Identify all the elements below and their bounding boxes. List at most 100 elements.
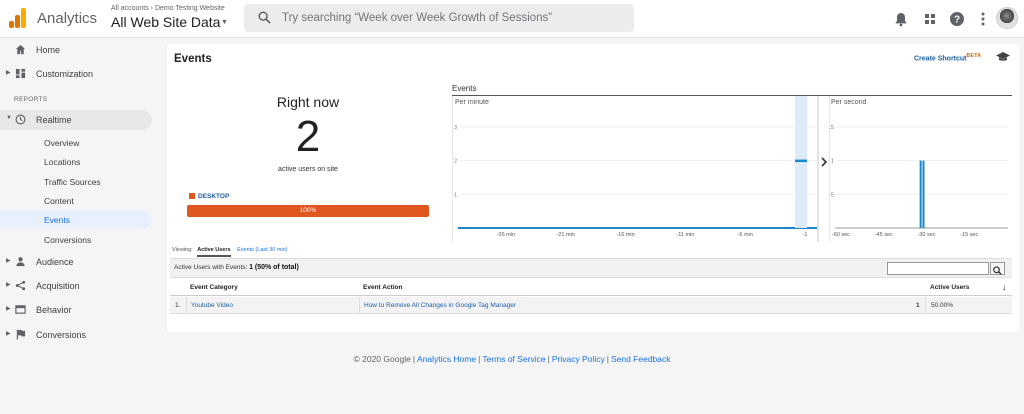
help-icon[interactable]: ? [949, 11, 965, 27]
sidebar-item-audience[interactable]: ▶ Audience [0, 252, 152, 272]
y-tick-label: 1 [831, 159, 834, 165]
y-tick-label: 1.5 [829, 125, 834, 131]
chevron-right-icon: ▶ [6, 258, 11, 264]
behavior-icon [15, 305, 26, 314]
y-tick-label: 2 [454, 159, 457, 165]
sidebar-item-conversions-realtime[interactable]: Conversions [0, 230, 152, 249]
row-count: 1 [916, 302, 920, 309]
page-title: Events [174, 53, 212, 65]
more-vert-icon[interactable] [975, 11, 991, 27]
footer: © 2020 Google | Analytics Home | Terms of Se… [353, 354, 671, 364]
caret-down-icon[interactable]: ▼ [221, 19, 228, 26]
per-second-chart[interactable]: 0.5 1 1.5 -60 sec -45 sec -30 sec -15 sec [829, 96, 1012, 242]
x-tick-label: -30 sec [917, 232, 935, 238]
account-breadcrumb[interactable]: All accounts › Demo Testing Website [111, 5, 225, 12]
active-users-label: active users on site [278, 166, 338, 173]
brand-name[interactable]: Analytics [37, 10, 97, 27]
sidebar-item-home[interactable]: Home [0, 40, 152, 60]
y-tick-label: 1 [454, 192, 457, 198]
dashboard-icon [15, 68, 26, 79]
sidebar-item-customization[interactable]: ▶ Customization [0, 64, 152, 84]
chevron-right-icon: ▶ [6, 306, 11, 312]
chevron-right-icon: ▶ [6, 282, 11, 288]
tab-active-users[interactable]: Active Users [197, 247, 231, 257]
cell-divider [359, 297, 360, 314]
bar [795, 159, 808, 163]
column-header-active-users[interactable]: Active Users [930, 284, 969, 291]
x-tick-label: -6 min [738, 232, 753, 238]
footer-link-send-feedback[interactable]: Send Feedback [611, 354, 671, 364]
filter-search-button[interactable] [990, 262, 1005, 275]
cell-divider [186, 297, 187, 314]
sidebar-item-realtime[interactable]: ▼ Realtime [0, 110, 152, 130]
active-users-count: 2 [295, 112, 321, 161]
bell-icon[interactable] [893, 11, 909, 27]
summary-text: Active Users with Events: 1 (50% of tota… [174, 264, 299, 271]
chevron-right-icon[interactable] [819, 154, 829, 170]
chevron-right-icon: ▶ [6, 70, 11, 76]
search-input[interactable]: Try searching “Week over Week Growth of … [282, 12, 552, 24]
device-share-percent: 100% [299, 207, 317, 214]
search-box[interactable]: Try searching “Week over Week Growth of … [244, 4, 634, 32]
footer-link-terms[interactable]: Terms of Service [482, 354, 545, 364]
column-header-event-action[interactable]: Event Action [363, 284, 403, 291]
per-minute-chart[interactable]: 1 2 3 -26 min -21 min -16 min -11 min -6 min -1 [452, 96, 819, 242]
flag-icon [16, 329, 26, 340]
analytics-logo-icon[interactable] [9, 8, 27, 28]
clock-icon [15, 114, 26, 125]
sidebar-item-content[interactable]: Content [0, 191, 152, 210]
summary-percent: (50% of total) [254, 264, 299, 271]
x-tick-label: -26 min [497, 232, 515, 238]
x-tick-label: -1 [803, 232, 808, 238]
tab-events-last-30-min[interactable]: Events (Last 30 min) [237, 247, 287, 253]
sidebar-item-acquisition[interactable]: ▶ Acquisition [0, 276, 152, 296]
x-tick-label: -16 min [616, 232, 634, 238]
sidebar-item-traffic-sources[interactable]: Traffic Sources [0, 172, 152, 191]
table-header: Event Category Event Action Active Users… [170, 279, 1012, 296]
chevron-down-icon: ▼ [6, 115, 12, 121]
events-chart-label: Events [452, 84, 477, 93]
row-index: 1. [175, 302, 181, 309]
x-tick-label: -45 sec [875, 232, 893, 238]
table-row: 1. Youtube Video How to Remove All Chang… [170, 297, 1012, 314]
top-bar: Analytics All accounts › Demo Testing We… [0, 0, 1024, 38]
graduation-cap-icon[interactable] [996, 52, 1010, 62]
y-tick-label: 3 [454, 125, 457, 131]
footer-link-privacy[interactable]: Privacy Policy [552, 354, 605, 364]
chevron-right-icon: ▶ [6, 331, 11, 337]
sidebar-item-behavior[interactable]: ▶ Behavior [0, 300, 152, 320]
column-header-event-category[interactable]: Event Category [190, 284, 238, 291]
sidebar-item-locations[interactable]: Locations [0, 152, 152, 171]
bar [919, 160, 922, 228]
copyright: © 2020 Google [353, 354, 411, 364]
row-percent: 50.00% [931, 302, 954, 309]
sidebar-item-overview[interactable]: Overview [0, 133, 152, 152]
sidebar-item-events[interactable]: Events [0, 210, 152, 229]
cell-divider [925, 297, 926, 314]
right-now-title: Right now [276, 94, 340, 110]
search-icon [993, 266, 1002, 275]
table-filter-input[interactable] [887, 262, 989, 275]
svg-text:?: ? [954, 15, 960, 26]
home-icon [15, 44, 26, 55]
sidebar-item-conversions[interactable]: ▶ Conversions [0, 325, 152, 345]
avatar[interactable] [996, 7, 1018, 29]
x-tick-label: -11 min [676, 232, 694, 238]
create-shortcut-link[interactable]: Create ShortcutBETA [914, 53, 981, 62]
x-tick-label: -60 sec [832, 232, 850, 238]
x-tick-label: -15 sec [960, 232, 978, 238]
event-action-link[interactable]: How to Remove All Changes in Google Tag … [364, 302, 516, 309]
desktop-legend-swatch [189, 193, 195, 199]
footer-link-analytics-home[interactable]: Analytics Home [417, 354, 476, 364]
y-tick-label: 0.5 [829, 192, 834, 198]
account-selector[interactable]: All Web Site Data [111, 14, 220, 30]
reports-section-label: REPORTS [14, 96, 48, 103]
device-label: DESKTOP [198, 193, 230, 200]
person-icon [16, 257, 25, 267]
acquisition-icon [15, 280, 26, 291]
apps-grid-icon[interactable] [922, 11, 938, 27]
events-report-panel: Events Create ShortcutBETA Right now 2 a… [167, 44, 1019, 332]
summary-bar: Active Users with Events: 1 (50% of tota… [170, 258, 1012, 278]
sort-arrow-icon[interactable]: ↓ [1002, 282, 1007, 292]
event-category-link[interactable]: Youtube Video [191, 302, 233, 309]
